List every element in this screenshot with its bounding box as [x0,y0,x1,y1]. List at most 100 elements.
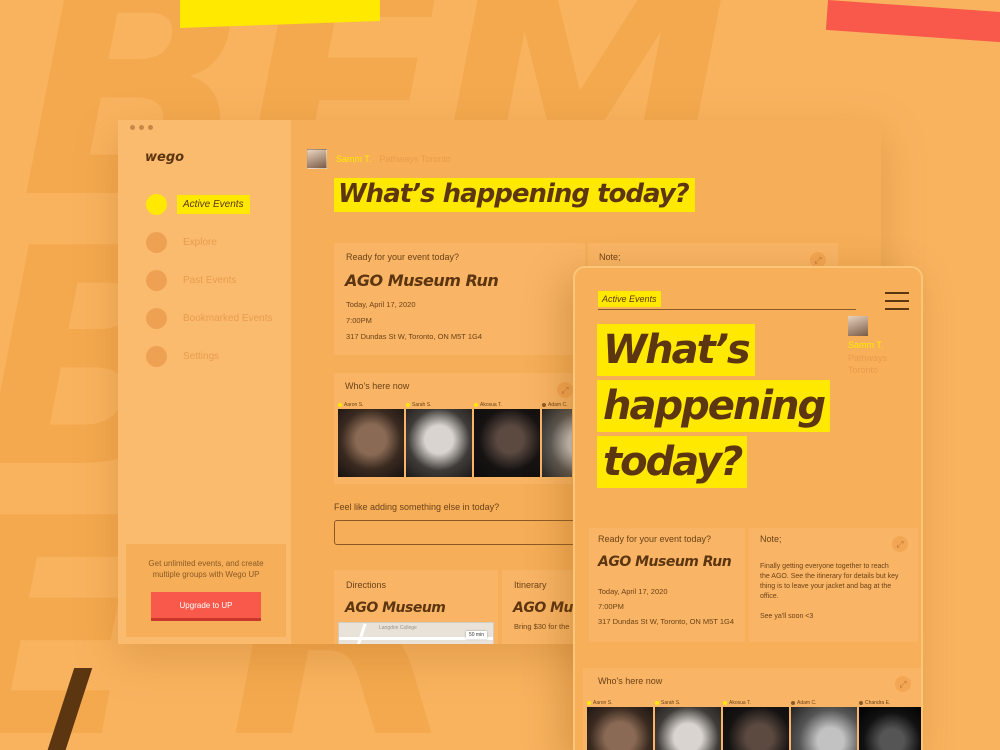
sidebar-item-active-events[interactable]: Active Events [146,192,286,216]
active-events-icon [146,193,167,215]
event-date: Today, April 17, 2020 [346,300,416,309]
person-photo [791,707,857,750]
offline-indicator-icon [791,700,795,705]
online-indicator-icon [406,402,410,407]
person-item[interactable]: Akosua T. [723,698,789,750]
online-indicator-icon [587,700,591,705]
person-name: Akosua T. [480,401,502,408]
sidebar-item-bookmarked-events[interactable]: Bookmarked Events [146,306,286,330]
itinerary-title: AGO Mu [513,600,574,616]
whos-here-card: Who's here now ⤢ Aaron S. Sarah S. Akosu… [334,373,585,484]
add-prompt-label: Feel like adding something else in today… [334,502,500,512]
person-name: Chandra E. [865,699,891,706]
sidebar-item-label: Past Events [183,274,237,286]
person-name: Sarah S. [412,401,432,408]
user-group[interactable]: Pathways Toronto [379,154,450,164]
event-card-label: Ready for your event today? [346,252,460,262]
event-date: Today, April 17, 2020 [598,587,668,596]
map-label: Langdon College [379,625,417,631]
offline-indicator-icon [859,700,863,705]
online-indicator-icon [655,700,659,705]
expand-icon[interactable]: ⤢ [557,382,573,398]
user-name[interactable]: Samm T. [848,340,883,350]
avatar[interactable] [848,316,868,336]
avatar[interactable] [307,149,327,169]
person-photo [587,707,653,750]
directions-title: AGO Museum [345,600,446,616]
sidebar-item-past-events[interactable]: Past Events [146,268,286,292]
person-name: Adam C. [548,401,568,408]
online-indicator-icon [474,402,478,407]
map-time-badge: 50 min [465,631,487,639]
note-signoff: See ya'll soon <3 [760,613,814,620]
person-item[interactable]: Sarah S. [655,698,721,750]
sidebar-item-explore[interactable]: Explore [146,230,286,254]
online-indicator-icon [723,700,727,705]
event-card[interactable]: Ready for your event today? AGO Museum R… [334,243,585,355]
tablet-title-line-3: today? [597,436,748,488]
tablet-title-line-2: happening [597,380,831,432]
person-photo [542,409,572,477]
person-name: Adam C. [797,699,817,706]
person-name: Aaron S. [593,699,613,706]
upgrade-panel: Get unlimited events, and create multipl… [126,544,286,637]
note-label: Note; [760,534,782,544]
person-item[interactable]: Aaron S. [338,400,404,477]
event-title: AGO Museum Run [598,554,732,570]
person-item[interactable]: Adam C. [542,400,572,477]
person-item[interactable]: Aaron S. [587,698,653,750]
person-photo [859,707,921,750]
expand-icon[interactable]: ⤢ [892,536,908,552]
person-item[interactable]: Chandra E. [859,698,921,750]
event-time: 7:00PM [598,602,624,611]
user-name[interactable]: Samm T. [336,154,371,164]
tablet-event-card[interactable]: Ready for your event today? AGO Museum R… [589,528,745,642]
person-item[interactable]: Akosua T. [474,400,540,477]
person-name: Akosua T. [729,699,751,706]
person-photo [406,409,472,477]
person-name: Aaron S. [344,401,364,408]
person-item[interactable]: Sarah S. [406,400,472,477]
event-card-label: Ready for your event today? [598,534,712,544]
upgrade-text: Get unlimited events, and create multipl… [148,559,264,579]
sidebar-item-label: Active Events [177,194,250,214]
note-label: Note; [599,252,621,262]
people-strip: Aaron S. Sarah S. Akosua T. Adam C. [338,400,572,477]
settings-icon [146,345,167,367]
offline-indicator-icon [542,402,546,407]
past-events-icon [146,269,167,291]
sidebar-item-settings[interactable]: Settings [146,344,286,368]
tablet-active-events-label[interactable]: Active Events [598,291,661,307]
directions-card[interactable]: Directions AGO Museum Langdon College 50… [334,570,498,644]
user-bar: Samm T. Pathways Toronto [307,149,451,169]
page-title: What’s happening today? [334,178,695,212]
person-photo [338,409,404,477]
tablet-note-card[interactable]: Note; ⤢ Finally getting everyone togethe… [749,528,918,642]
divider [598,309,856,310]
event-time: 7:00PM [346,316,372,325]
people-strip: Aaron S. Sarah S. Akosua T. Adam C. Chan… [587,698,921,750]
sidebar: wego Active Events Explore Past Events B… [118,120,291,644]
tablet-title-line-1: What’s [597,324,755,376]
user-group[interactable]: Pathways Toronto [848,352,908,376]
logo[interactable]: wego [145,150,184,165]
menu-icon[interactable] [885,292,909,316]
person-item[interactable]: Adam C. [791,698,857,750]
person-name: Sarah S. [661,699,681,706]
person-photo [474,409,540,477]
whos-here-label: Who's here now [598,676,663,686]
sidebar-item-label: Bookmarked Events [183,312,273,324]
tablet-preview: Active Events Samm T. Pathways Toronto W… [573,266,923,750]
expand-icon[interactable]: ⤢ [895,676,911,692]
itinerary-text: Bring $30 for the [514,622,570,631]
whos-here-label: Who's here now [345,381,410,391]
itinerary-label: Itinerary [514,580,547,590]
window-controls[interactable] [130,125,153,130]
tablet-whos-here-card: Who's here now ⤢ Aaron S. Sarah S. Akosu… [583,668,921,750]
bookmark-icon [146,307,167,329]
note-text: Finally getting everyone together to rea… [760,563,899,600]
map[interactable]: Langdon College 50 min [338,622,494,644]
upgrade-button[interactable]: Upgrade to UP [151,592,261,618]
sidebar-item-label: Explore [183,236,217,248]
event-address: 317 Dundas St W, Toronto, ON M5T 1G4 [598,617,735,626]
